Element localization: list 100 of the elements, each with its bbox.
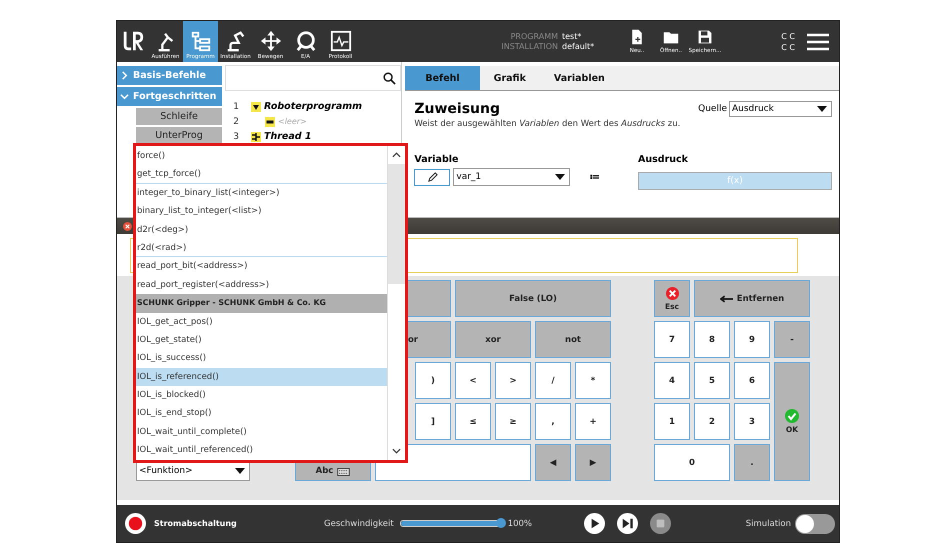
list-item[interactable]: IOL_is_end_stop() [136, 404, 387, 423]
status-label: PROGRAMM [510, 32, 558, 41]
keypad-key[interactable]: ◀ [535, 444, 571, 481]
power-off-icon[interactable] [125, 513, 146, 534]
speed-reading: 100% [508, 518, 532, 528]
list-item[interactable]: IOL_wait_until_referenced() [136, 441, 387, 460]
move-arrows-icon [260, 30, 282, 52]
keypad-key[interactable]: ≥ [495, 403, 531, 440]
list-item[interactable]: r2d(<rad>) [136, 238, 387, 258]
scrollbar-thumb[interactable] [388, 164, 405, 284]
play-icon[interactable] [584, 513, 606, 534]
keypad-key[interactable]: 3 [734, 403, 770, 440]
list-item[interactable]: IOL_wait_until_complete() [136, 422, 387, 442]
variable-label: Variable [414, 154, 460, 165]
close-icon[interactable] [123, 222, 132, 230]
logo-icon [121, 29, 145, 53]
left-arrow-icon [720, 294, 733, 302]
keypad-key[interactable]: False (LO) [455, 280, 611, 317]
keypad-key[interactable]: 7 [654, 321, 690, 358]
keypad-key[interactable]: 9 [734, 321, 770, 358]
new-file-icon [629, 29, 645, 45]
function-dropdown[interactable]: <Funktion> [136, 461, 250, 481]
pencil-icon [426, 172, 438, 182]
keypad-key[interactable]: * [575, 362, 611, 399]
tab[interactable]: Grafik [480, 66, 540, 90]
keypad-key[interactable]: xor [455, 321, 531, 358]
status-indicator: C C [781, 32, 795, 40]
keypad-key[interactable]: not [535, 321, 611, 358]
delete-button[interactable]: Entfernen [694, 280, 810, 317]
keypad-key[interactable]: < [455, 362, 491, 399]
keypad-key[interactable]: 6 [734, 362, 770, 399]
dropdown-arrow-icon [555, 174, 566, 180]
slider-thumb[interactable] [496, 518, 506, 528]
list-item[interactable]: IOL_is_referenced() [136, 368, 387, 386]
keypad-key[interactable]: 5 [694, 362, 730, 399]
keypad-key[interactable]: / [535, 362, 571, 399]
keypad-key[interactable]: . [734, 444, 770, 481]
tab[interactable]: Befehl [405, 66, 480, 90]
check-icon [785, 409, 799, 423]
keypad-key[interactable]: ) [415, 362, 451, 399]
tab[interactable]: Variablen [540, 66, 619, 90]
keyboard-icon [337, 468, 350, 476]
scroll-up-icon[interactable] [392, 152, 401, 158]
keypad-key[interactable]: , [535, 403, 571, 440]
source-label: Quelle [698, 104, 727, 114]
keypad-key[interactable]: > [495, 362, 531, 399]
list-item[interactable]: binary_list_to_integer(<list>) [136, 202, 387, 221]
simulation-label: Simulation [746, 518, 791, 528]
line-number: 1 [232, 102, 239, 112]
tree-node-label[interactable]: Thread 1 [264, 131, 312, 142]
edit-button[interactable] [414, 168, 450, 186]
chevron-icon [120, 71, 129, 80]
command-button[interactable]: Schleife [136, 108, 222, 125]
save-icon [697, 29, 713, 45]
keypad-key[interactable]: 8 [694, 321, 730, 358]
folder-icon [663, 29, 679, 45]
keypad-key[interactable]: 0 [654, 444, 730, 481]
collapse-icon[interactable] [251, 102, 261, 112]
variable-dropdown[interactable]: var_1 [453, 168, 570, 186]
program-tree-icon [190, 30, 212, 52]
list-item[interactable]: integer_to_binary_list(<integer>) [136, 184, 387, 202]
keypad-key[interactable]: + [575, 403, 611, 440]
keypad-key[interactable]: 4 [654, 362, 690, 399]
assign-symbol: ≔ [589, 172, 600, 182]
search-icon [383, 72, 396, 84]
dropdown-arrow-icon [235, 468, 245, 474]
status-value: test* [562, 32, 582, 41]
command-description: Weist der ausgewählten Variablen den Wert des Ausdrucks zu. [414, 119, 682, 129]
keypad-key[interactable]: ≤ [455, 403, 491, 440]
keypad-key[interactable]: ] [415, 403, 451, 440]
io-icon [294, 30, 316, 52]
line-number: 3 [232, 132, 239, 142]
close-icon [666, 286, 678, 300]
log-chart-icon [330, 30, 352, 52]
expression-label: Ausdruck [638, 154, 689, 165]
power-off-label: Stromabschaltung [154, 519, 238, 528]
keypad-key[interactable]: 1 [654, 403, 690, 440]
dropdown-arrow-icon [817, 106, 827, 112]
search-field[interactable] [225, 65, 402, 91]
list-item[interactable]: IOL_is_blocked() [136, 386, 387, 404]
placeholder-icon [265, 116, 275, 126]
keypad-key[interactable]: 2 [694, 403, 730, 440]
status-indicator: C C [781, 42, 795, 52]
list-item[interactable]: get_tcp_force() [136, 165, 387, 184]
list-item[interactable]: force() [136, 147, 387, 166]
step-icon[interactable] [617, 513, 638, 534]
list-item[interactable]: d2r(<deg>) [136, 220, 387, 239]
menu-icon[interactable] [807, 32, 829, 50]
command-button[interactable]: UnterProg [136, 127, 222, 144]
keypad-key[interactable]: ▶ [575, 444, 611, 481]
list-item[interactable]: read_port_bit(<address>) [136, 257, 387, 276]
simulation-toggle[interactable] [795, 514, 835, 534]
source-dropdown[interactable]: Ausdruck [729, 101, 832, 117]
tree-node-label[interactable]: Roboterprogramm [264, 101, 362, 112]
speed-label: Geschwindigkeit [324, 518, 394, 528]
scroll-down-icon[interactable] [392, 448, 401, 454]
list-item[interactable]: read_port_register(<address>) [136, 276, 387, 294]
chevron-icon [120, 92, 129, 101]
keypad-key[interactable]: - [774, 321, 810, 358]
status-value: default* [562, 42, 594, 51]
